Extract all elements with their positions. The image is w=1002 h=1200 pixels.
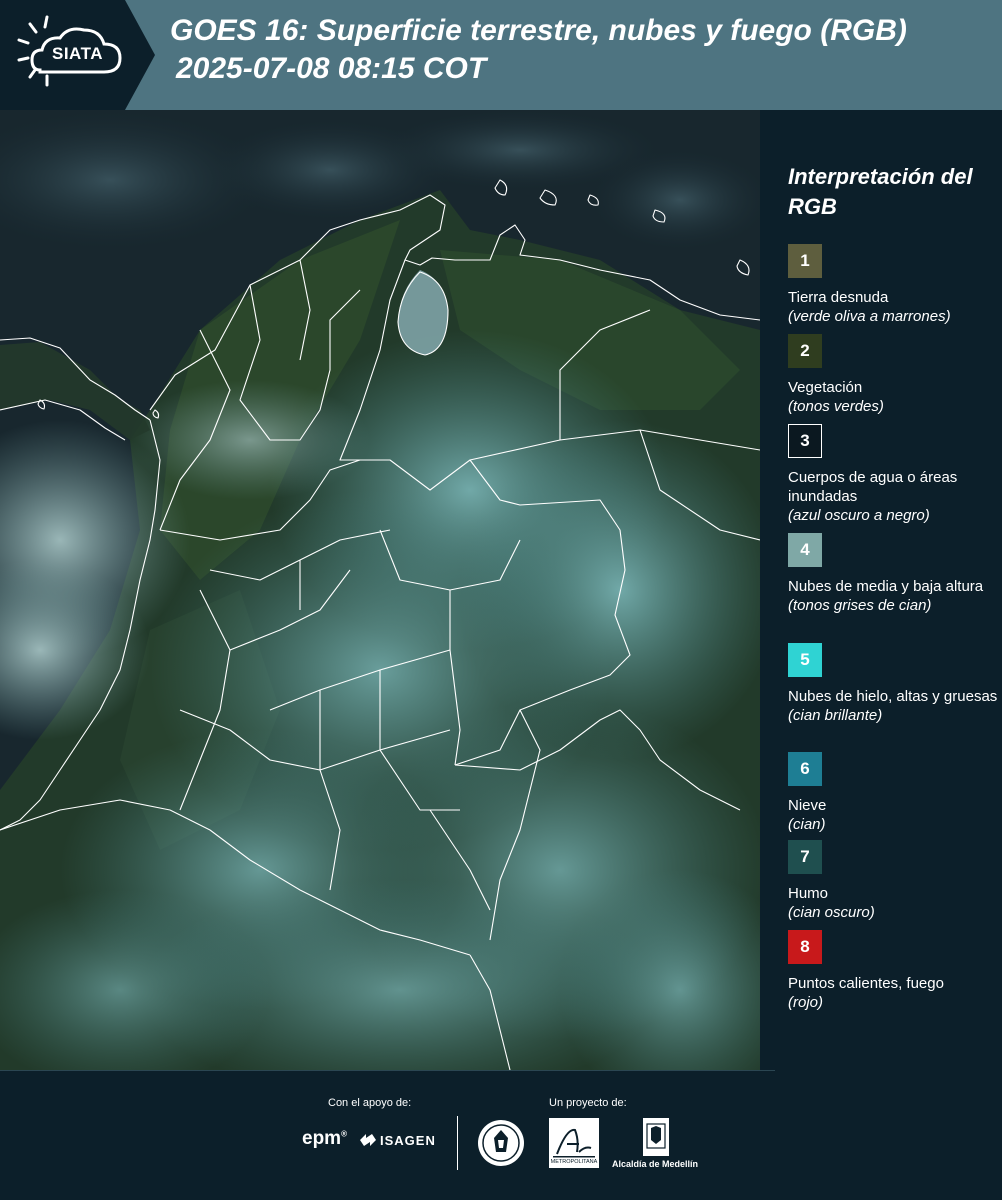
page-title: GOES 16: Superficie terrestre, nubes y f… — [170, 12, 907, 88]
amva-logo-icon: METROPOLITANA — [549, 1118, 599, 1168]
title-line-2: 2025-07-08 08:15 COT — [176, 52, 487, 85]
legend-label-3: Cuerpos de agua o áreas inundadas — [788, 469, 958, 505]
legend-item-5: 5 Nubes de hielo, altas y gruesas (cian … — [788, 643, 998, 725]
legend-label-4: Nubes de media y baja altura — [788, 578, 984, 595]
legend-swatch-6: 6 — [788, 752, 822, 786]
legend-item-3: 3 Cuerpos de agua o áreas inundadas (azu… — [788, 424, 998, 525]
siata-logo-text: SIATA — [52, 44, 103, 63]
legend-note-2: (tonos verdes) — [788, 398, 884, 415]
university-seal-icon — [478, 1120, 524, 1166]
legend-note-7: (cian oscuro) — [788, 904, 875, 921]
medellin-shield-icon — [643, 1118, 669, 1156]
rgb-legend: Interpretación del RGB 1 Tierra desnuda … — [760, 110, 1002, 1070]
legend-item-2: 2 Vegetación (tonos verdes) — [788, 334, 998, 416]
legend-title: Interpretación del RGB — [788, 164, 973, 219]
epm-logo-text: epm — [302, 1128, 342, 1149]
legend-label-1: Tierra desnuda — [788, 289, 889, 306]
legend-label-6: Nieve — [788, 797, 827, 814]
legend-label-5: Nubes de hielo, altas y gruesas — [788, 688, 998, 705]
legend-swatch-7: 7 — [788, 840, 822, 874]
legend-label-7: Humo — [788, 885, 829, 902]
legend-item-7: 7 Humo (cian oscuro) — [788, 840, 998, 922]
legend-note-6: (cian) — [788, 816, 826, 833]
area-metropolitana-logo: METROPOLITANA — [549, 1118, 599, 1172]
footer-rule — [0, 1070, 775, 1071]
siata-logo: SIATA — [0, 0, 155, 110]
legend-item-1: 1 Tierra desnuda (verde oliva a marrones… — [788, 244, 998, 326]
legend-swatch-8: 8 — [788, 930, 822, 964]
legend-note-8: (rojo) — [788, 994, 824, 1011]
legend-label-2: Vegetación — [788, 379, 863, 396]
amva-logo-text: METROPOLITANA — [551, 1159, 598, 1165]
legend-note-1: (verde oliva a marrones) — [788, 308, 951, 325]
title-line-1: GOES 16: Superficie terrestre, nubes y f… — [170, 14, 907, 47]
satellite-map — [0, 110, 760, 1070]
legend-item-4: 4 Nubes de media y baja altura (tonos gr… — [788, 533, 998, 615]
legend-note-3: (azul oscuro a negro) — [788, 507, 930, 524]
isagen-logo: ISAGEN — [358, 1132, 436, 1148]
legend-swatch-1: 1 — [788, 244, 822, 278]
satellite-image — [0, 110, 760, 1070]
isagen-mark-icon — [360, 1134, 376, 1146]
legend-item-8: 8 Puntos calientes, fuego (rojo) — [788, 930, 998, 1012]
footer-divider — [457, 1116, 458, 1170]
legend-swatch-2: 2 — [788, 334, 822, 368]
project-label: Un proyecto de: — [549, 1097, 627, 1109]
legend-item-6: 6 Nieve (cian) — [788, 752, 998, 834]
footer: Con el apoyo de: Un proyecto de: epm® IS… — [0, 1070, 1002, 1200]
epm-logo: epm® — [302, 1128, 347, 1149]
header-bar: SIATA GOES 16: Superficie terrestre, nub… — [0, 0, 1002, 110]
legend-note-5: (cian brillante) — [788, 707, 883, 724]
legend-swatch-3: 3 — [788, 424, 822, 458]
legend-swatch-4: 4 — [788, 533, 822, 567]
alcaldia-medellin-text: Alcaldía de Medellín — [612, 1159, 699, 1169]
support-label: Con el apoyo de: — [328, 1097, 412, 1109]
isagen-logo-text: ISAGEN — [380, 1133, 436, 1148]
legend-swatch-5: 5 — [788, 643, 822, 677]
legend-note-4: (tonos grises de cian) — [788, 597, 932, 614]
legend-label-8: Puntos calientes, fuego — [788, 975, 944, 992]
